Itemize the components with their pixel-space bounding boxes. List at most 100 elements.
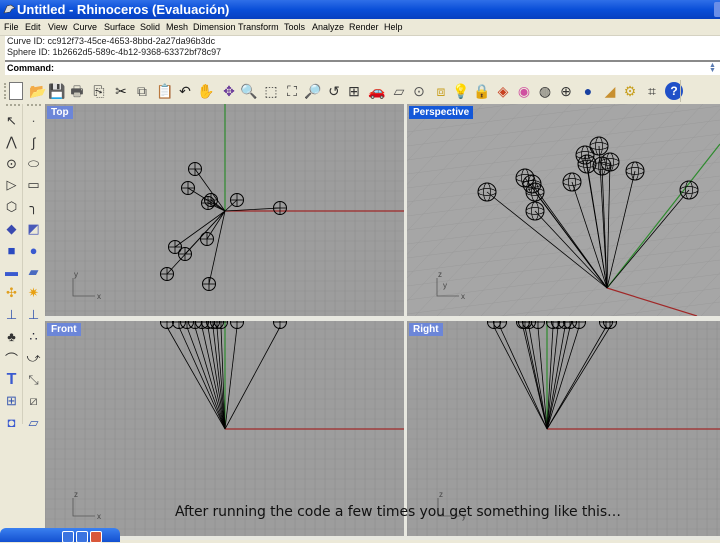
- viewport-label-right[interactable]: Right: [409, 323, 443, 336]
- polyline-icon[interactable]: ⋀: [3, 134, 20, 151]
- paste-icon[interactable]: 📋: [156, 82, 174, 100]
- axis-label: x: [461, 292, 465, 301]
- menu-render[interactable]: Render: [349, 19, 379, 35]
- light-bulb-icon[interactable]: 💡: [452, 82, 470, 100]
- zoom-window-icon[interactable]: ⬚: [262, 82, 280, 100]
- options-gear-icon[interactable]: ⚙: [621, 82, 639, 100]
- viewport-perspective[interactable]: z x y Perspective: [407, 104, 720, 316]
- select-icon[interactable]: ↖: [3, 112, 20, 129]
- grid-plane-icon[interactable]: ▱: [390, 82, 408, 100]
- render-sphere-icon[interactable]: ●: [579, 82, 597, 100]
- pan-icon[interactable]: ✋: [197, 82, 215, 100]
- menu-file[interactable]: File: [4, 19, 19, 35]
- viewport-top[interactable]: yx Top: [45, 104, 404, 316]
- viewport-splitter-horizontal[interactable]: [45, 316, 720, 321]
- polygon-icon[interactable]: ▷: [3, 177, 20, 194]
- perspective-view-canvas: z x y: [407, 104, 720, 316]
- rebuild-icon[interactable]: ⤻: [25, 350, 42, 367]
- print-icon[interactable]: 🖶: [68, 82, 86, 100]
- select-filter-icon[interactable]: ⧈: [432, 82, 450, 100]
- group-icon[interactable]: ∴: [25, 328, 42, 345]
- menu-help[interactable]: Help: [384, 19, 403, 35]
- viewport-label-perspective[interactable]: Perspective: [409, 106, 474, 119]
- box-icon[interactable]: ■: [3, 242, 20, 259]
- extend-icon[interactable]: ⊥: [3, 306, 20, 323]
- lock-icon[interactable]: 🔒: [473, 82, 491, 100]
- axis-label: x: [97, 512, 101, 521]
- surface-edge-icon[interactable]: ◩: [25, 220, 42, 237]
- curve: [528, 326, 548, 430]
- point-icon[interactable]: ·: [25, 112, 42, 129]
- arc-icon[interactable]: ⌒: [3, 350, 20, 367]
- menu-solid[interactable]: Solid: [140, 19, 160, 35]
- new-icon[interactable]: 🗋: [9, 82, 23, 100]
- maximize-button[interactable]: [76, 531, 88, 543]
- zoom-selected-icon[interactable]: 🔎: [304, 82, 322, 100]
- rectangle-icon[interactable]: ▭: [25, 177, 42, 194]
- boolean-icon[interactable]: ♣: [3, 328, 20, 345]
- solid-box-icon[interactable]: ◘: [3, 414, 20, 431]
- cut-icon[interactable]: ✂: [112, 82, 130, 100]
- wireframe-icon[interactable]: ◍: [536, 82, 554, 100]
- close-button[interactable]: [90, 531, 102, 543]
- color-wheel-icon[interactable]: ◉: [515, 82, 533, 100]
- menu-view[interactable]: View: [48, 19, 67, 35]
- menu-transform[interactable]: Transform: [238, 19, 279, 35]
- command-spinner[interactable]: ▲ ▼: [708, 62, 717, 74]
- curve: [166, 210, 226, 275]
- osnap-icon[interactable]: ⊙: [410, 82, 428, 100]
- fillet-curve-icon[interactable]: ╮: [25, 198, 42, 215]
- zoom-dynamic-icon[interactable]: 🔍: [240, 82, 258, 100]
- menu-analyze[interactable]: Analyze: [312, 19, 344, 35]
- viewport-label-front[interactable]: Front: [47, 323, 81, 336]
- title-bar: Untitled - Rhinoceros (Evaluación): [0, 0, 720, 19]
- toolbar-grip[interactable]: [27, 104, 41, 108]
- menu-surface[interactable]: Surface: [104, 19, 135, 35]
- sphere-union-icon[interactable]: ●: [25, 242, 42, 259]
- mesh-icon[interactable]: ▰: [25, 263, 42, 280]
- toolbar-grip[interactable]: [6, 104, 20, 108]
- viewport-label-top[interactable]: Top: [47, 106, 73, 119]
- text-icon[interactable]: T: [3, 371, 20, 388]
- undo-icon[interactable]: ↶: [176, 82, 194, 100]
- minimize-button[interactable]: [62, 531, 74, 543]
- window-controls[interactable]: [714, 2, 720, 17]
- copy-icon[interactable]: ⧉: [133, 82, 151, 100]
- polygon-center-icon[interactable]: ⬡: [3, 198, 20, 215]
- menu-bar: File Edit View Curve Surface Solid Mesh …: [0, 19, 720, 36]
- dimension-icon[interactable]: ▱: [25, 414, 42, 431]
- block-icon[interactable]: ⊞: [3, 393, 20, 410]
- axis-label: x: [97, 292, 101, 301]
- menu-curve[interactable]: Curve: [73, 19, 97, 35]
- toolbar-grip[interactable]: [4, 83, 8, 99]
- flow-icon[interactable]: ⧄: [25, 393, 42, 410]
- transform-icon[interactable]: ✣: [3, 285, 20, 302]
- four-viewports-icon[interactable]: ⊞: [345, 82, 363, 100]
- curve: [601, 165, 608, 289]
- rotate-view-icon[interactable]: ✥: [220, 82, 238, 100]
- open-icon[interactable]: 📂: [29, 82, 47, 100]
- import-icon[interactable]: ⎘: [90, 82, 108, 100]
- menu-edit[interactable]: Edit: [25, 19, 41, 35]
- menu-dimension[interactable]: Dimension: [193, 19, 236, 35]
- curve: [194, 168, 226, 212]
- light-icon[interactable]: ◢: [601, 82, 619, 100]
- menu-mesh[interactable]: Mesh: [166, 19, 188, 35]
- split-icon[interactable]: ⊥: [25, 306, 42, 323]
- command-line[interactable]: Command: ▲ ▼: [5, 62, 720, 75]
- shaded-grid-icon[interactable]: ⊕: [557, 82, 575, 100]
- menu-tools[interactable]: Tools: [284, 19, 305, 35]
- zoom-extents-icon[interactable]: ⛶: [283, 82, 301, 100]
- layer-icon[interactable]: ◈: [494, 82, 512, 100]
- undo-view-icon[interactable]: ↺: [325, 82, 343, 100]
- explode-icon[interactable]: ✷: [25, 285, 42, 302]
- car-icon[interactable]: 🚗: [368, 82, 386, 100]
- array-icon[interactable]: ⤡: [25, 371, 42, 388]
- save-icon[interactable]: 💾: [48, 82, 66, 100]
- surface-points-icon[interactable]: ◆: [3, 220, 20, 237]
- cylinder-icon[interactable]: ▬: [3, 263, 20, 280]
- curve-icon[interactable]: ∫: [25, 134, 42, 151]
- circle-icon[interactable]: ⊙: [3, 155, 20, 172]
- ellipse-icon[interactable]: ⬭: [25, 155, 42, 172]
- history-icon[interactable]: ⌗: [643, 82, 661, 100]
